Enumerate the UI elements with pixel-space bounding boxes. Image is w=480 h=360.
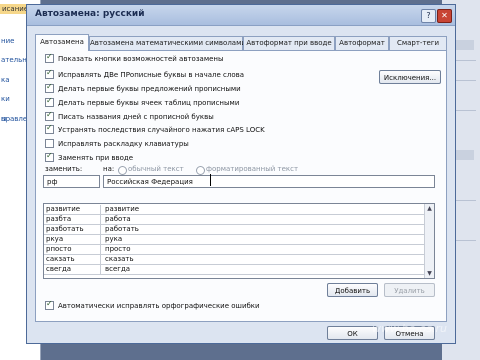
list-scrollbar[interactable]: ▲ ▼ (424, 204, 434, 278)
scroll-up-icon[interactable]: ▲ (426, 205, 433, 212)
replace-label: заменить: (45, 165, 83, 173)
option-capitalize-table-cells[interactable]: Делать первые буквы ячеек таблиц прописн… (45, 96, 239, 108)
with-label: на: (103, 165, 115, 173)
checkbox-keyboard-layout[interactable] (45, 139, 54, 148)
radio-plain-text[interactable] (118, 166, 127, 175)
side-item[interactable]: ка (1, 76, 10, 84)
list-item[interactable]: развитие развитие (44, 205, 426, 215)
option-show-buttons[interactable]: Показать кнопки возможностей автозамены (45, 52, 224, 64)
option-capitalize-days[interactable]: Писать названия дней с прописной буквы (45, 110, 214, 122)
checkbox-auto-spell[interactable] (45, 299, 54, 310)
text-cursor (210, 174, 211, 186)
option-keyboard-layout[interactable]: Исправлять раскладку клавиатуры (45, 138, 189, 149)
checkbox-capitalize-table-cells[interactable] (45, 96, 54, 107)
autocorrect-entries-list[interactable]: развитие развитие разбта работа разботат… (43, 203, 435, 279)
watermark: www.be-os.ru (372, 322, 447, 335)
list-item[interactable]: сакзать сказать (44, 255, 426, 265)
list-item[interactable]: рпосто просто (44, 245, 426, 255)
dialog-title: Автозамена: русский (35, 9, 145, 19)
list-item[interactable]: свегда всегда (44, 265, 426, 275)
checkbox-show-buttons[interactable] (45, 52, 54, 63)
checkbox-two-initial-caps[interactable] (45, 68, 54, 79)
option-two-initial-caps[interactable]: Исправлять ДВе ПРописные буквы в начале … (45, 68, 244, 80)
checkbox-capitalize-days[interactable] (45, 110, 54, 121)
tab-autoformat[interactable]: Автоформат (335, 36, 389, 50)
list-item[interactable]: разбта работа (44, 215, 426, 225)
add-button[interactable]: Добавить (327, 283, 378, 297)
option-auto-spell[interactable]: Автоматически исправлять орфографические… (45, 299, 260, 311)
option-capitalize-sentences[interactable]: Делать первые буквы предложений прописны… (45, 82, 241, 94)
tab-autoformat-as-you-type[interactable]: Автоформат при вводе (243, 36, 335, 50)
exceptions-button[interactable]: Исключения... (379, 70, 441, 84)
list-item[interactable]: разботать работать (44, 225, 426, 235)
radio-formatted-text[interactable] (196, 166, 205, 175)
list-item[interactable]: ркуа рука (44, 235, 426, 245)
delete-button[interactable]: Удалить (384, 283, 435, 297)
radio-formatted-text-label: форматированный текст (206, 165, 299, 173)
ok-button[interactable]: ОК (327, 326, 378, 340)
tab-strip: Автозамена Автозамена математическими си… (35, 34, 447, 51)
checkbox-caps-lock[interactable] (45, 123, 54, 134)
replace-input[interactable]: рф (43, 175, 100, 188)
checkbox-capitalize-sentences[interactable] (45, 82, 54, 93)
checkbox-replace-as-you-type[interactable] (45, 151, 54, 162)
with-input[interactable]: Российская Федерация (103, 175, 435, 188)
option-caps-lock[interactable]: Устранять последствия случайного нажатия… (45, 123, 265, 135)
help-button[interactable]: ? (421, 9, 436, 23)
side-item[interactable]: ки (1, 95, 10, 103)
dialog-titlebar[interactable]: Автозамена: русский ? ✕ (27, 5, 455, 26)
scroll-down-icon[interactable]: ▼ (426, 270, 433, 277)
tab-autocorrect[interactable]: Автозамена (35, 34, 89, 51)
tab-math-autocorrect[interactable]: Автозамена математическими символами (89, 36, 246, 50)
option-replace-as-you-type[interactable]: Заменять при вводе (45, 151, 133, 163)
close-button[interactable]: ✕ (437, 9, 452, 23)
tab-smart-tags[interactable]: Смарт-теги (389, 36, 447, 50)
radio-plain-text-label: обычный текст (128, 165, 184, 173)
side-item[interactable]: ние (1, 37, 14, 45)
